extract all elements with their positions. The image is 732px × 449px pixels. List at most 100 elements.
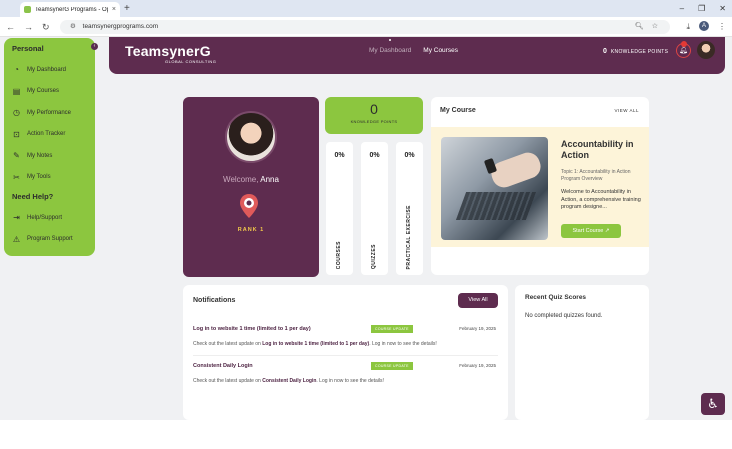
extension-icons: ⤓ A ⋮ [686, 21, 726, 33]
sidebar-item-my-dashboard[interactable]: ◔ My Dashboard [12, 59, 87, 81]
back-icon[interactable]: ← [6, 21, 15, 33]
bookmark-star-icon[interactable]: ☆ [652, 20, 658, 34]
notification-message: Check out the latest update on Consisten… [193, 378, 384, 384]
notification-title[interactable]: Consistent Daily Login [193, 363, 253, 369]
stat-label: PRACTICAL EXERCISE [406, 204, 412, 269]
site-info-icon[interactable]: ⚙ [70, 23, 76, 30]
url-actions: 🔍︎ ☆ [635, 20, 658, 34]
sidebar-item-my-performance[interactable]: ◷ My Performance [12, 102, 87, 124]
start-course-label: Start Course [572, 228, 604, 234]
rank-label: RANK 1 [237, 227, 265, 233]
stat-card-practical-exercise: 0% PRACTICAL EXERCISE [396, 142, 423, 275]
sidebar-item-label: Action Tracker [27, 131, 66, 138]
start-course-button[interactable]: Start Course ↗ [561, 224, 621, 238]
header-indicator [389, 39, 391, 41]
sidebar-item-help-support[interactable]: ⇥ Help/Support [12, 207, 87, 229]
rank-pin-icon [240, 194, 258, 218]
external-arrow-icon: ↗ [604, 228, 610, 234]
sidebar: ‹ Personal ◔ My Dashboard ▤ My Courses ◷… [4, 38, 98, 256]
sidebar-item-program-support[interactable]: ⚠ Program Support [12, 229, 87, 251]
sidebar-item-label: My Dashboard [27, 66, 67, 73]
course-highlight: Accountability in Action Topic 1: Accoun… [431, 127, 649, 247]
browser-window: TeamsynerG Programs - Optim × + – ❐ ✕ ← … [0, 0, 732, 420]
stat-label: COURSES [336, 240, 342, 269]
sidebar-item-my-notes[interactable]: ✎ My Notes [12, 145, 87, 167]
url-field[interactable]: ⚙ teamsynergprograms.com 🔍︎ ☆ [60, 20, 670, 34]
tools-icon: ✂ [13, 172, 20, 182]
forward-icon[interactable]: → [24, 21, 33, 33]
browser-tab[interactable]: TeamsynerG Programs - Optim × [20, 2, 120, 17]
message-link[interactable]: Consistent Daily Login [262, 378, 316, 384]
logo[interactable]: TeamsynerG [125, 43, 211, 59]
my-course-view-all-link[interactable]: VIEW ALL [614, 108, 639, 113]
course-description: Welcome to Accountability in Action, a c… [561, 189, 641, 210]
notification-badge-label: COURSE UPDATE [371, 325, 413, 333]
message-link[interactable]: Log in to website 1 time (limited to 1 p… [262, 341, 369, 347]
sidebar-collapse-icon[interactable]: ‹ [91, 43, 98, 50]
url-text: teamsynergprograms.com [82, 23, 159, 30]
menu-dots-icon[interactable]: ⋮ [718, 21, 726, 33]
course-name[interactable]: Accountability in Action [561, 139, 646, 161]
sidebar-item-action-tracker[interactable]: ⊡ Action Tracker [12, 124, 87, 146]
notification-badge [681, 41, 687, 47]
stat-card-courses: 0% COURSES [326, 142, 353, 275]
close-window-icon[interactable]: ✕ [719, 2, 726, 15]
book-icon: ▤ [12, 86, 21, 96]
tab-title: TeamsynerG Programs - Optim [35, 6, 108, 13]
profile-avatar-icon[interactable]: A [699, 21, 709, 31]
reload-icon[interactable]: ↻ [42, 21, 50, 33]
header-knowledge-points: 0 KNOWLEDGE POINTS [603, 48, 668, 55]
notifications-title: Notifications [193, 297, 236, 304]
knowledge-points-number: 0 [370, 101, 378, 117]
user-name: Anna [260, 175, 279, 184]
accessibility-icon[interactable]: ♿︎ [701, 393, 725, 415]
new-tab-button[interactable]: + [124, 2, 130, 15]
performance-icon: ◷ [13, 108, 20, 118]
message-suffix: . Log in now to see the details! [316, 378, 384, 384]
logo-subtitle: GLOBAL CONSULTING [165, 59, 217, 64]
notification-item[interactable]: Log in to website 1 time (limited to 1 p… [193, 325, 498, 362]
nav-my-courses[interactable]: My Courses [423, 47, 458, 54]
message-suffix: . Log in now to see the details! [369, 341, 437, 347]
nav-my-dashboard[interactable]: My Dashboard [369, 47, 411, 54]
support-icon: ⇥ [13, 213, 20, 223]
recent-quiz-scores-card: Recent Quiz Scores No completed quizzes … [515, 285, 649, 420]
quiz-empty-message: No completed quizzes found. [525, 313, 603, 319]
divider [193, 355, 498, 356]
zoom-icon[interactable]: 🔍︎ [635, 20, 644, 34]
notification-date: February 19, 2025 [459, 363, 496, 368]
my-course-card: My Course VIEW ALL Accountability in Act… [431, 97, 649, 275]
my-course-title: My Course [440, 107, 476, 114]
minimize-icon[interactable]: – [680, 2, 684, 15]
stat-label: QUIZZES [371, 243, 377, 269]
sidebar-item-label: Help/Support [27, 214, 63, 221]
sidebar-item-my-courses[interactable]: ▤ My Courses [12, 81, 87, 103]
user-avatar[interactable] [697, 41, 715, 59]
sidebar-item-label: Program Support [27, 236, 73, 243]
close-tab-icon[interactable]: × [112, 6, 116, 13]
stat-percent: 0% [404, 152, 415, 159]
restore-icon[interactable]: ❐ [698, 2, 705, 15]
header-nav: My Dashboard My Courses [369, 47, 458, 54]
notification-message: Check out the latest update on Log in to… [193, 341, 437, 347]
notifications-view-all-button[interactable]: View All [458, 293, 498, 308]
sidebar-item-label: My Courses [27, 88, 60, 95]
sidebar-section-help: Need Help? [12, 192, 54, 201]
sidebar-item-label: My Notes [27, 152, 53, 159]
sidebar-item-label: My Tools [27, 174, 51, 181]
notes-icon: ✎ [13, 151, 20, 161]
notification-date: February 19, 2025 [459, 326, 496, 331]
notification-item[interactable]: Consistent Daily Login COURSE UPDATE Feb… [193, 362, 498, 399]
welcome-label: Welcome, [223, 175, 259, 184]
notification-badge-label: COURSE UPDATE [371, 362, 413, 370]
welcome-text: Welcome, Anna [183, 175, 319, 184]
download-icon[interactable]: ⤓ [686, 21, 690, 33]
message-prefix: Check out the latest update on [193, 378, 263, 384]
stat-percent: 0% [334, 152, 345, 159]
favicon-icon [24, 6, 31, 13]
knowledge-points-value: 0 [603, 48, 608, 55]
address-bar: ← → ↻ ⚙ teamsynergprograms.com 🔍︎ ☆ ⤓ A … [0, 17, 732, 37]
notification-title[interactable]: Log in to website 1 time (limited to 1 p… [193, 326, 311, 332]
notifications-card: Notifications View All Log in to website… [183, 285, 508, 420]
sidebar-item-my-tools[interactable]: ✂ My Tools [12, 167, 87, 189]
